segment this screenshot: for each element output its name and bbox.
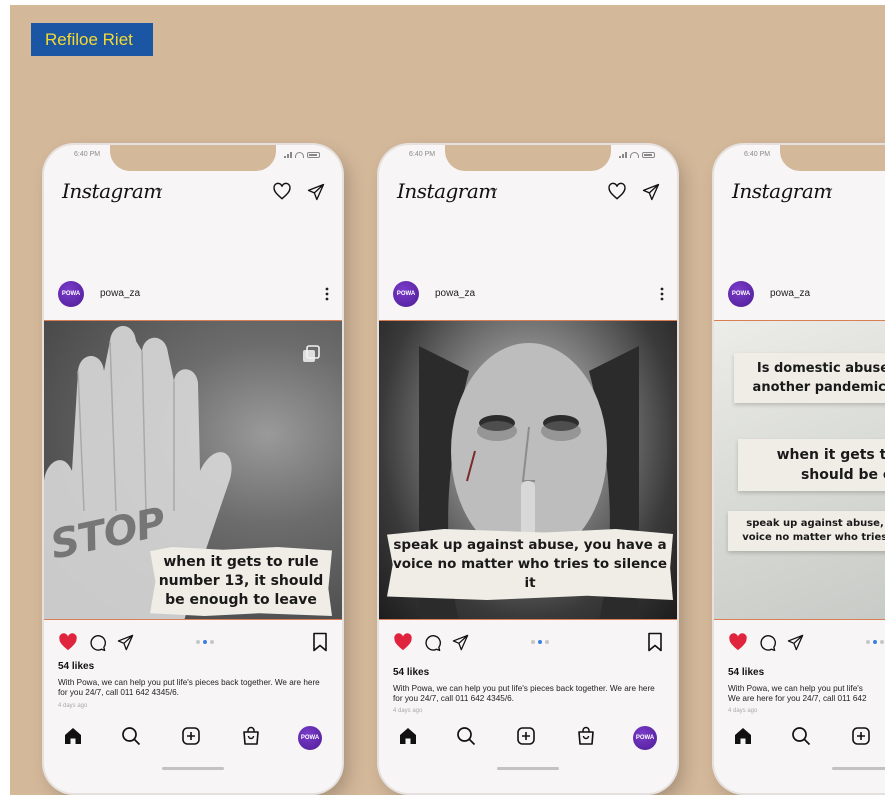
heart-icon[interactable] xyxy=(607,182,627,202)
status-time: 6:40 PM xyxy=(74,151,101,158)
battery-icon xyxy=(642,151,655,158)
post-actions xyxy=(58,631,330,653)
post-actions xyxy=(393,631,665,653)
add-post-icon[interactable] xyxy=(850,725,872,747)
instagram-header: Instagram xyxy=(62,177,328,207)
instagram-logo[interactable]: Instagram xyxy=(62,179,162,203)
post-timestamp: 4 days ago xyxy=(58,703,88,709)
bottom-nav xyxy=(714,723,885,753)
search-icon[interactable] xyxy=(790,725,812,747)
instagram-logo[interactable]: Instagram xyxy=(397,179,497,203)
bottom-nav: POWA xyxy=(44,723,342,753)
avatar[interactable]: POWA xyxy=(58,281,84,307)
status-time: 6:40 PM xyxy=(744,151,771,158)
bookmark-icon[interactable] xyxy=(647,632,663,652)
more-options-icon[interactable] xyxy=(324,284,330,304)
home-icon[interactable] xyxy=(62,725,84,747)
send-icon[interactable] xyxy=(116,633,135,652)
like-count[interactable]: 54 likes xyxy=(728,667,764,678)
phone-mockup-1: 6:40 PM Instagram POWA powa_za STOP when… xyxy=(44,145,342,793)
heart-filled-icon[interactable] xyxy=(58,633,78,651)
home-icon[interactable] xyxy=(732,725,754,747)
more-options-icon[interactable] xyxy=(659,284,665,304)
status-icons xyxy=(607,150,655,159)
shop-bag-icon[interactable] xyxy=(575,725,597,747)
heart-icon[interactable] xyxy=(272,182,292,202)
phone-notch xyxy=(110,145,276,171)
comment-icon[interactable] xyxy=(758,633,777,652)
instagram-header: Instagram xyxy=(397,177,663,207)
instagram-header: Instagram xyxy=(732,177,885,207)
post-header: POWA powa_za xyxy=(58,281,330,307)
phone-notch xyxy=(445,145,611,171)
carousel-dots xyxy=(531,640,549,644)
post-image[interactable]: Is domestic abuse another pandemic? when… xyxy=(714,320,885,620)
post-header: POWA powa_za xyxy=(393,281,665,307)
post-username[interactable]: powa_za xyxy=(435,288,475,299)
post-image[interactable]: speak up against abuse, you have a voice… xyxy=(379,320,677,620)
post-username[interactable]: powa_za xyxy=(770,288,810,299)
instagram-logo[interactable]: Instagram xyxy=(732,179,832,203)
avatar[interactable]: POWA xyxy=(393,281,419,307)
phone-mockup-2: 6:40 PM Instagram POWA powa_za speak up … xyxy=(379,145,677,793)
mockup-background: Refiloe Riet 6:40 PM Instagram POWA powa… xyxy=(10,5,885,795)
torn-paper-quote-small: speak up against abuse, you voice no mat… xyxy=(728,511,885,551)
signal-icon xyxy=(284,151,292,158)
search-icon[interactable] xyxy=(120,725,142,747)
home-icon[interactable] xyxy=(397,725,419,747)
chevron-down-icon[interactable] xyxy=(154,185,164,195)
torn-paper-quote: speak up against abuse, you have a voice… xyxy=(387,529,673,600)
profile-avatar[interactable]: POWA xyxy=(298,726,322,750)
torn-paper-quote: when it gets to rule should be enoug xyxy=(738,439,885,491)
post-username[interactable]: powa_za xyxy=(100,288,140,299)
status-time: 6:40 PM xyxy=(409,151,436,158)
home-indicator xyxy=(162,767,224,770)
battery-icon xyxy=(307,151,320,158)
heart-filled-icon[interactable] xyxy=(393,633,413,651)
comment-icon[interactable] xyxy=(88,633,107,652)
phone-notch xyxy=(780,145,885,171)
post-caption: With Powa, we can help you put life's pi… xyxy=(58,678,320,697)
comment-icon[interactable] xyxy=(423,633,442,652)
status-icons xyxy=(272,150,320,159)
torn-paper-quote: when it gets to rule number 13, it shoul… xyxy=(150,547,332,616)
signal-icon xyxy=(619,151,627,158)
post-header: POWA powa_za xyxy=(728,281,885,307)
torn-paper-question: Is domestic abuse another pandemic? xyxy=(734,353,885,403)
post-caption: With Powa, we can help you put life's pi… xyxy=(393,684,655,703)
send-icon[interactable] xyxy=(786,633,805,652)
avatar[interactable]: POWA xyxy=(728,281,754,307)
send-icon[interactable] xyxy=(306,182,326,202)
add-post-icon[interactable] xyxy=(515,725,537,747)
shop-bag-icon[interactable] xyxy=(240,725,262,747)
like-count[interactable]: 54 likes xyxy=(58,661,94,672)
chevron-down-icon[interactable] xyxy=(824,185,834,195)
carousel-badge-icon xyxy=(303,345,320,362)
wifi-icon xyxy=(295,151,304,158)
carousel-dots xyxy=(866,640,884,644)
author-badge: Refiloe Riet xyxy=(31,23,153,56)
post-actions xyxy=(728,631,885,653)
home-indicator xyxy=(832,767,885,770)
like-count[interactable]: 54 likes xyxy=(393,667,429,678)
add-post-icon[interactable] xyxy=(180,725,202,747)
bottom-nav: POWA xyxy=(379,723,677,753)
wifi-icon xyxy=(630,151,639,158)
phone-mockup-3: 6:40 PM Instagram POWA powa_za Is domest… xyxy=(714,145,885,793)
carousel-dots xyxy=(196,640,214,644)
send-icon[interactable] xyxy=(641,182,661,202)
bookmark-icon[interactable] xyxy=(312,632,328,652)
post-timestamp: 4 days ago xyxy=(393,708,423,714)
post-image[interactable]: STOP when it gets to rule number 13, it … xyxy=(44,320,342,620)
send-icon[interactable] xyxy=(451,633,470,652)
post-caption: With Powa, we can help you put life's We… xyxy=(728,684,867,703)
heart-filled-icon[interactable] xyxy=(728,633,748,651)
search-icon[interactable] xyxy=(455,725,477,747)
home-indicator xyxy=(497,767,559,770)
profile-avatar[interactable]: POWA xyxy=(633,726,657,750)
post-timestamp: 4 days ago xyxy=(728,708,758,714)
chevron-down-icon[interactable] xyxy=(489,185,499,195)
